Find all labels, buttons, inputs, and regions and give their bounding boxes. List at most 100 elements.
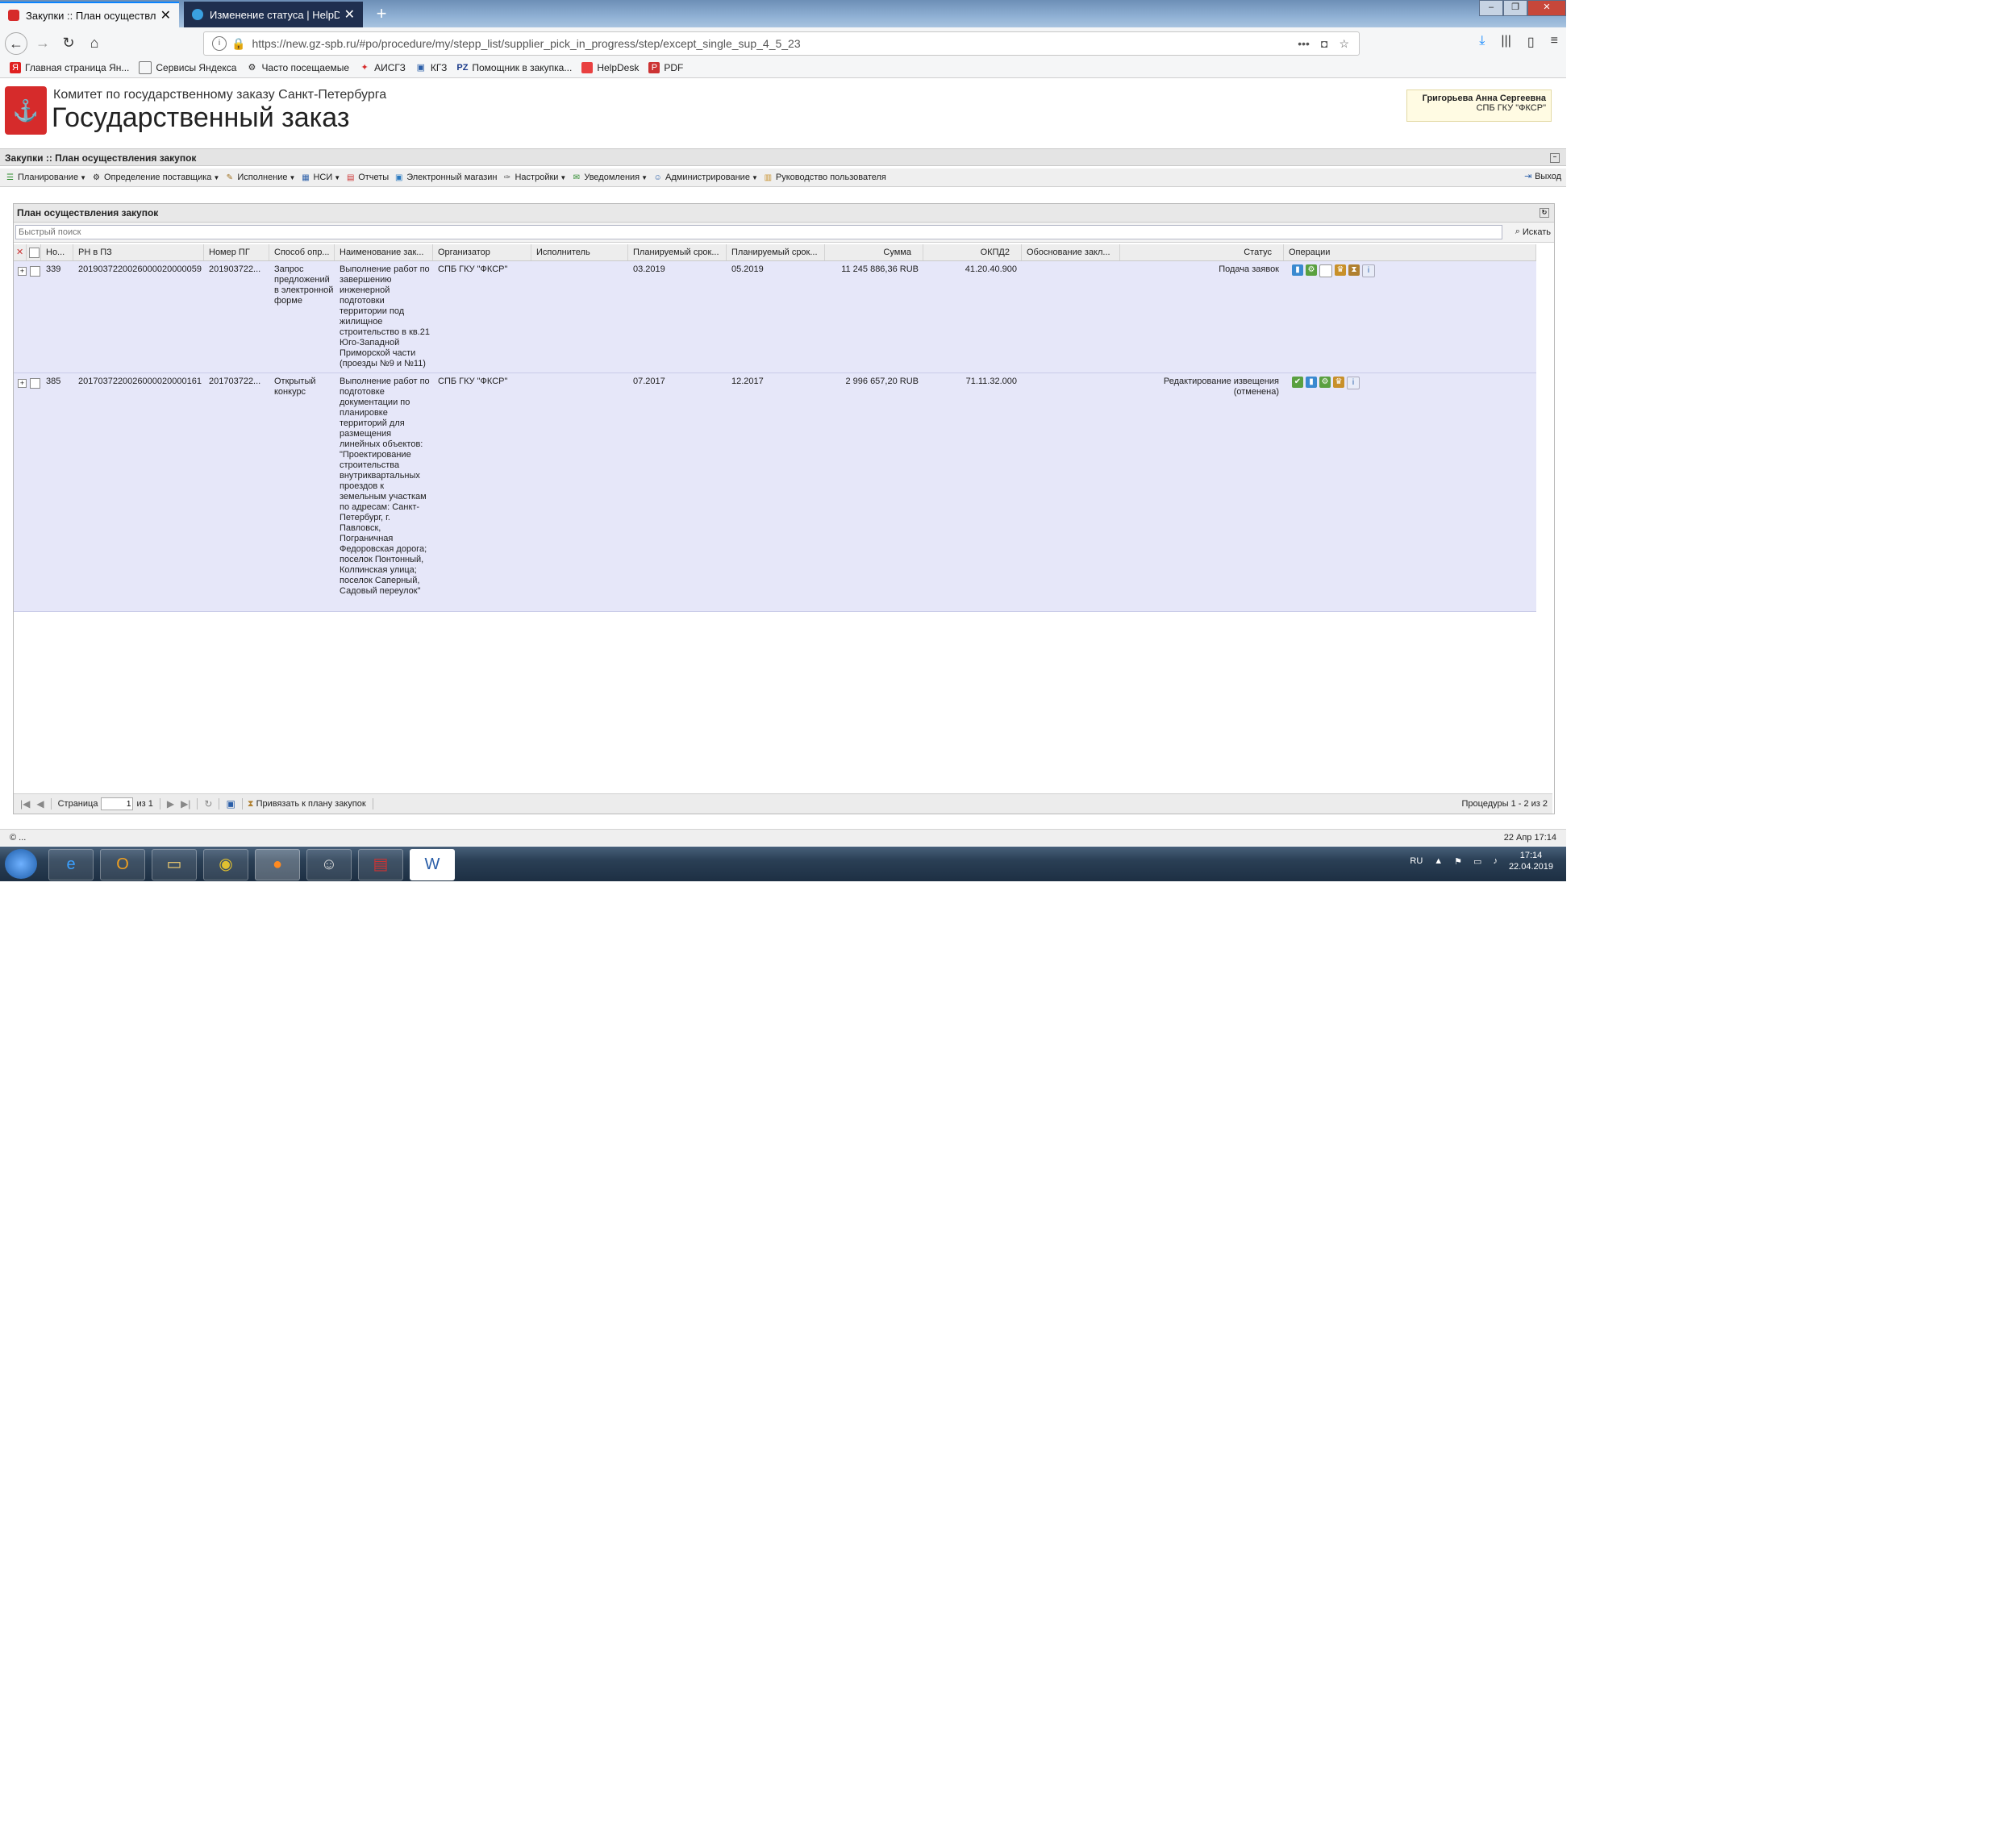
- exit-button[interactable]: ⇥ Выход: [1524, 171, 1561, 182]
- window-close-button[interactable]: ✕: [1527, 0, 1566, 16]
- bookmark-yandex-services[interactable]: Сервисы Яндекса: [139, 61, 236, 74]
- url-bar[interactable]: i 🔒 https://new.gz-spb.ru/#po/procedure/…: [203, 31, 1360, 56]
- process-icon[interactable]: ⚙: [1319, 377, 1331, 388]
- volume-icon[interactable]: ♪: [1493, 856, 1498, 866]
- filter-clear-icon[interactable]: ✕: [14, 244, 27, 260]
- menu-settings[interactable]: ✑ Настройки ▼: [502, 173, 567, 183]
- menu-admin[interactable]: ☺ Администрирование ▼: [652, 173, 757, 183]
- outlook-icon[interactable]: O: [100, 849, 145, 880]
- sidebar-icon[interactable]: ▯: [1527, 34, 1535, 50]
- maximize-button[interactable]: ❐: [1503, 0, 1527, 16]
- menu-execution[interactable]: ✎ Исполнение ▼: [224, 173, 296, 183]
- approve-icon[interactable]: ✔: [1292, 377, 1303, 388]
- col-okpd[interactable]: ОКПД2: [923, 244, 1022, 260]
- menu-user-guide[interactable]: ▥ Руководство пользователя: [763, 173, 886, 183]
- col-status[interactable]: Статус: [1120, 244, 1284, 260]
- info-icon[interactable]: i: [1347, 377, 1360, 389]
- col-executor[interactable]: Исполнитель: [531, 244, 628, 260]
- bookmark-yandex-home[interactable]: Я Главная страница Ян...: [10, 62, 129, 73]
- menu-supplier[interactable]: ⚙ Определение поставщика ▼: [91, 173, 219, 183]
- table-row[interactable]: + 339 2019037220026000020000059 20190372…: [14, 261, 1536, 373]
- document-icon[interactable]: [1319, 264, 1332, 277]
- col-pg[interactable]: Номер ПГ: [204, 244, 269, 260]
- menu-reports[interactable]: ▤ Отчеты: [345, 173, 389, 183]
- chart-icon[interactable]: ▮: [1306, 377, 1317, 388]
- pocket-icon[interactable]: ◘: [1321, 37, 1327, 51]
- refresh-tool-icon[interactable]: ↻: [1540, 208, 1549, 218]
- col-organizer[interactable]: Организатор: [433, 244, 531, 260]
- page-actions-icon[interactable]: •••: [1298, 37, 1310, 51]
- process-icon[interactable]: ⚙: [1306, 264, 1317, 276]
- next-page-icon[interactable]: ▶: [167, 798, 174, 810]
- explorer-icon[interactable]: ▭: [152, 849, 197, 880]
- bind-to-plan-button[interactable]: ⧗ Привязать к плану закупок: [248, 799, 366, 810]
- prev-page-icon[interactable]: ◀: [36, 798, 44, 810]
- menu-nsi[interactable]: ▦ НСИ ▼: [300, 173, 340, 183]
- info-icon[interactable]: i: [1362, 264, 1375, 277]
- tab-zakupki[interactable]: Закупки :: План осуществлен ✕: [0, 2, 179, 27]
- new-tab-button[interactable]: +: [369, 2, 394, 26]
- emblem-icon[interactable]: ♛: [1335, 264, 1346, 276]
- col-name[interactable]: Наименование зак...: [335, 244, 433, 260]
- app-user-icon[interactable]: ☺: [306, 849, 352, 880]
- expand-row-icon[interactable]: +: [18, 379, 27, 388]
- emblem-icon[interactable]: ♛: [1333, 377, 1344, 388]
- menu-notifications[interactable]: ✉ Уведомления ▼: [571, 173, 648, 183]
- first-page-icon[interactable]: |◀: [20, 798, 30, 810]
- library-icon[interactable]: |||: [1501, 34, 1510, 50]
- clock[interactable]: 17:14 22.04.2019: [1509, 850, 1553, 872]
- back-button[interactable]: ←: [5, 32, 27, 55]
- bookmark-star-icon[interactable]: ☆: [1339, 37, 1349, 51]
- user-info[interactable]: Григорьева Анна Сергеевна СПБ ГКУ "ФКСР": [1406, 89, 1552, 122]
- ie-icon[interactable]: e: [48, 849, 94, 880]
- url-text[interactable]: https://new.gz-spb.ru/#po/procedure/my/s…: [252, 37, 1298, 50]
- winrar-icon[interactable]: ▤: [358, 849, 403, 880]
- menu-planning[interactable]: ☰ Планирование ▼: [5, 173, 86, 183]
- info-icon[interactable]: i: [212, 36, 227, 51]
- col-plan-end[interactable]: Планируемый срок...: [727, 244, 825, 260]
- page-number-input[interactable]: [101, 797, 134, 810]
- select-all-checkbox[interactable]: [27, 244, 41, 260]
- reload-button[interactable]: ↻: [58, 32, 79, 53]
- col-plan-start[interactable]: Планируемый срок...: [628, 244, 727, 260]
- tray-arrow-icon[interactable]: ▲: [1434, 856, 1443, 866]
- close-tab-icon[interactable]: ✕: [160, 7, 171, 23]
- bookmark-helper[interactable]: PZ Помощник в закупка...: [456, 62, 572, 73]
- bookmark-most-visited[interactable]: ⚙ Часто посещаемые: [246, 62, 350, 73]
- expand-row-icon[interactable]: +: [18, 267, 27, 276]
- bookmark-pdf[interactable]: P PDF: [648, 62, 683, 73]
- firefox-icon[interactable]: ●: [255, 849, 300, 880]
- minimize-button[interactable]: –: [1479, 0, 1503, 16]
- word-icon[interactable]: W: [410, 849, 455, 880]
- menu-eshop[interactable]: ▣ Электронный магазин: [394, 173, 498, 183]
- col-operations[interactable]: Операции: [1284, 244, 1536, 260]
- refresh-icon[interactable]: ↻: [204, 798, 212, 810]
- col-rn[interactable]: РН в ПЗ: [73, 244, 204, 260]
- download-icon[interactable]: ⤓: [1479, 34, 1485, 50]
- forward-button[interactable]: →: [32, 32, 53, 53]
- row-checkbox[interactable]: [30, 378, 40, 389]
- bookmark-kgz[interactable]: ▣ КГЗ: [415, 62, 448, 73]
- col-method[interactable]: Способ опр...: [269, 244, 335, 260]
- col-sum[interactable]: Сумма: [825, 244, 923, 260]
- last-page-icon[interactable]: ▶|: [181, 798, 190, 810]
- row-checkbox[interactable]: [30, 266, 40, 277]
- col-reason[interactable]: Обоснование закл...: [1022, 244, 1120, 260]
- flag-icon[interactable]: ⚑: [1454, 856, 1462, 867]
- chart-icon[interactable]: ▮: [1292, 264, 1303, 276]
- bookmark-aisgz[interactable]: ✦ АИСГЗ: [359, 62, 405, 73]
- menu-icon[interactable]: ≡: [1551, 34, 1558, 50]
- col-no[interactable]: Но...: [41, 244, 73, 260]
- close-tab-icon[interactable]: ✕: [344, 6, 355, 23]
- bookmark-helpdesk[interactable]: HelpDesk: [581, 62, 639, 73]
- chrome-icon[interactable]: ◉: [203, 849, 248, 880]
- save-icon[interactable]: ▣: [226, 798, 235, 810]
- table-row[interactable]: + 385 2017037220026000020000161 20170372…: [14, 373, 1536, 612]
- hourglass-icon[interactable]: ⧗: [1348, 264, 1360, 276]
- start-button[interactable]: [5, 849, 37, 879]
- quick-search-input[interactable]: [15, 225, 1502, 239]
- tab-helpdesk[interactable]: Изменение статуса | HelpDesk ✕: [184, 2, 363, 27]
- language-indicator[interactable]: RU: [1410, 856, 1423, 866]
- network-icon[interactable]: ▭: [1473, 856, 1481, 867]
- collapse-icon[interactable]: –: [1550, 153, 1560, 163]
